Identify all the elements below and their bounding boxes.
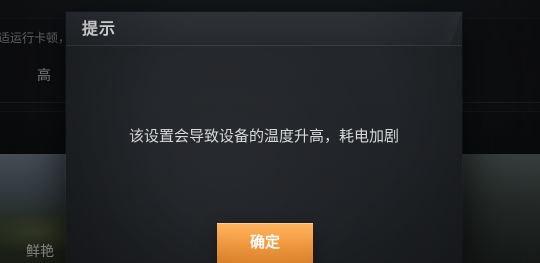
warning-dialog: 提示 该设置会导致设备的温度升高，耗电加剧 确定 bbox=[66, 12, 462, 263]
background-quality-label: 高 bbox=[37, 68, 51, 84]
game-settings-screen: 适运行卡顿， 高 鲜艳 提示 该设置会导致设备的温度升高，耗电加剧 确定 bbox=[0, 0, 540, 263]
background-thumbnail-left-label: 鲜艳 bbox=[26, 244, 54, 260]
dialog-header: 提示 bbox=[66, 12, 462, 46]
background-thumbnail-right bbox=[462, 154, 540, 263]
background-hint-text: 适运行卡顿， bbox=[0, 31, 68, 45]
dialog-title: 提示 bbox=[82, 19, 117, 38]
dialog-message: 该设置会导致设备的温度升高，耗电加剧 bbox=[128, 127, 399, 145]
confirm-button[interactable]: 确定 bbox=[217, 223, 313, 263]
